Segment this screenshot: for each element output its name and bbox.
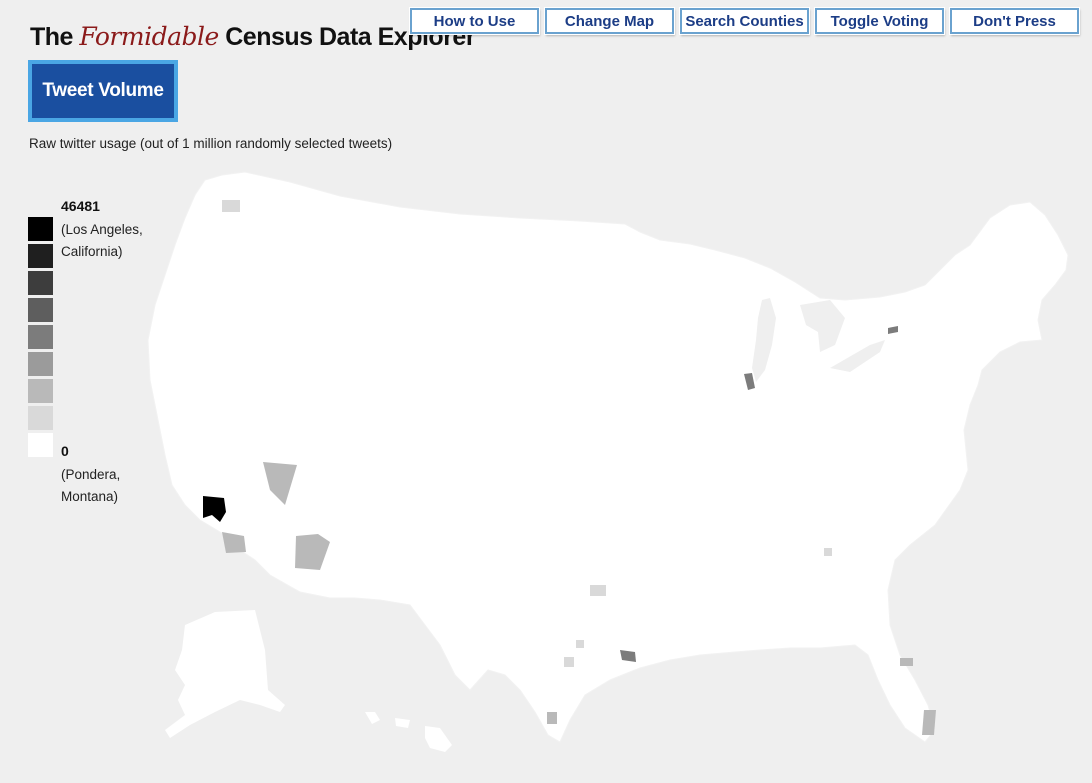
county-dallas[interactable]: [590, 585, 606, 596]
hawaii-land[interactable]: [365, 712, 452, 752]
county-bexar[interactable]: [564, 657, 574, 667]
county-fulton[interactable]: [824, 548, 832, 556]
us-county-map[interactable]: [0, 0, 1092, 783]
county-travis[interactable]: [576, 640, 584, 648]
county-king-wa[interactable]: [222, 200, 240, 212]
county-miami-dade[interactable]: [922, 710, 936, 735]
contiguous-us-land[interactable]: [147, 171, 1069, 743]
alaska-land[interactable]: [165, 610, 285, 738]
county-orange-fl[interactable]: [900, 658, 913, 666]
county-hidalgo[interactable]: [547, 712, 557, 724]
